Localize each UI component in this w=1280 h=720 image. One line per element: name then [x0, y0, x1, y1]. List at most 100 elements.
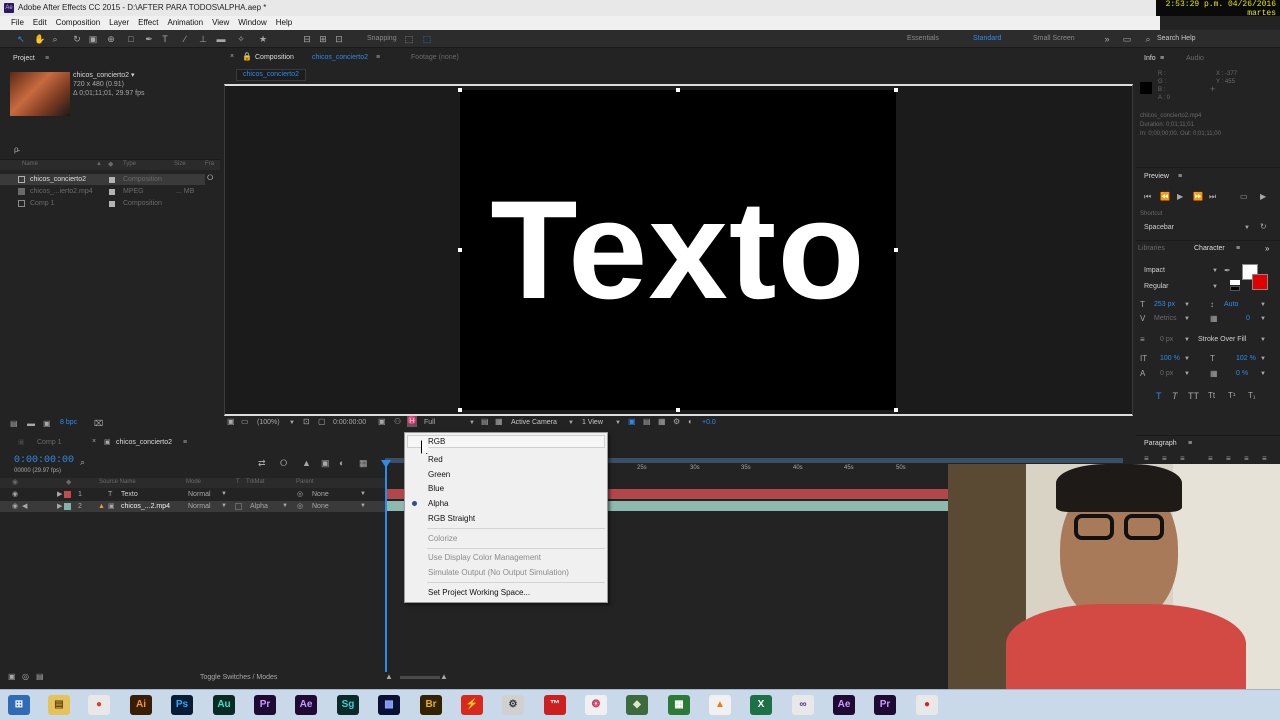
taskbar-app-vlc-icon[interactable]: ▲ [709, 695, 731, 715]
text-layer-preview[interactable]: Texto [456, 160, 901, 340]
interpret-footage-icon[interactable]: ▤ [10, 419, 18, 428]
zoom-out-icon[interactable]: ▲ [385, 672, 393, 681]
axis-world-icon[interactable]: ⊞ [318, 34, 328, 44]
justify-left-icon[interactable]: ≡ [1208, 454, 1213, 464]
leading-value[interactable]: Auto [1224, 300, 1238, 310]
panel-menu-icon[interactable]: ≡ [1178, 172, 1182, 182]
menu-item-set-working-space[interactable]: Set Project Working Space... [428, 587, 530, 599]
current-time-display[interactable]: 0:00:00:00 [333, 418, 366, 428]
subscript-icon[interactable]: T₁ [1248, 391, 1256, 401]
first-frame-icon[interactable]: ⏮ [1144, 192, 1151, 202]
taskbar-start-icon[interactable]: ⊞ [8, 695, 30, 715]
layer-label-color[interactable] [64, 491, 71, 498]
layer-label-color[interactable] [64, 503, 71, 510]
hand-tool-icon[interactable]: ✋ [34, 34, 45, 44]
layer-mode-dropdown[interactable]: Normal [188, 501, 211, 512]
layer-mode-dropdown[interactable]: Normal [188, 489, 211, 500]
column-name[interactable]: Name [22, 161, 38, 167]
preview-tab[interactable]: Preview [1144, 172, 1169, 182]
transfer-controls-icon[interactable]: ◎ [22, 672, 29, 681]
color-depth-button[interactable]: 8 bpc [60, 419, 77, 426]
workspace-standard[interactable]: Standard [973, 34, 1001, 44]
fast-previews-icon[interactable]: ▤ [643, 417, 651, 426]
always-preview-icon[interactable]: ▣ [227, 417, 235, 426]
exposure-value[interactable]: +0.0 [702, 418, 716, 428]
menu-animation[interactable]: Animation [167, 16, 203, 30]
trash-icon[interactable]: ⌧ [94, 419, 103, 428]
taskbar-speedgrade-icon[interactable]: Sg [337, 695, 359, 715]
menu-composition[interactable]: Composition [56, 16, 100, 30]
audio-icon[interactable]: ◀ [22, 501, 27, 512]
project-item[interactable]: chicos_...ierto2.mp4 MPEG ... MB [0, 186, 205, 197]
snapshot-icon[interactable]: ▣ [378, 417, 386, 426]
draft-3d-icon[interactable]: ⭘ [280, 458, 287, 469]
layer-switches-icon[interactable]: ▣ [8, 672, 16, 681]
timeline-tab-active[interactable]: chicos_concierto2 [116, 437, 172, 449]
justify-all-icon[interactable]: ≡ [1262, 454, 1267, 464]
menu-file[interactable]: File [11, 16, 24, 30]
panel-menu-icon[interactable]: ≡ [45, 53, 49, 65]
label-color-swatch[interactable] [109, 177, 115, 183]
view-layout-dropdown[interactable]: 1 View [582, 418, 603, 428]
snap-edge-icon[interactable]: ⬚ [422, 34, 432, 44]
faux-bold-icon[interactable]: T [1156, 391, 1162, 401]
timeline-tab-comp1[interactable]: Comp 1 [37, 437, 62, 449]
ram-preview-icon[interactable]: ▶ [1260, 192, 1266, 202]
camera-tool-icon[interactable]: ▣ [88, 34, 98, 44]
taskbar-app-map-icon[interactable]: ◆ [626, 695, 648, 715]
layer-parent-dropdown[interactable]: None [312, 501, 329, 512]
timeline-icon[interactable]: ▦ [658, 417, 666, 426]
faux-italic-icon[interactable]: T [1172, 391, 1178, 401]
pan-behind-tool-icon[interactable]: ⊕ [106, 34, 116, 44]
zoom-in-icon[interactable]: ▲ [440, 672, 448, 681]
channel-button-icon[interactable]: ♓ [407, 416, 417, 427]
lock-icon[interactable]: 🔒 [242, 52, 252, 61]
panel-menu-icon[interactable]: ≡ [1188, 439, 1192, 449]
toggle-switches-modes[interactable]: Toggle Switches / Modes [200, 674, 277, 682]
panel-menu-icon[interactable]: ≡ [376, 52, 380, 64]
tsume-value[interactable]: 0 % [1236, 369, 1248, 379]
flowchart-icon[interactable]: ⚙ [673, 417, 680, 426]
taskbar-explorer-icon[interactable]: ▤ [48, 695, 70, 715]
footage-tab[interactable]: Footage (none) [411, 52, 459, 64]
menu-effect[interactable]: Effect [138, 16, 158, 30]
resolution-dropdown[interactable]: Full [424, 418, 435, 428]
menu-item-red[interactable]: Red [428, 454, 443, 466]
taskbar-record-icon[interactable]: ● [916, 695, 938, 715]
selection-tool-icon[interactable]: ↖ [16, 34, 26, 44]
workspace-small-screen[interactable]: Small Screen [1033, 34, 1075, 44]
axis-local-icon[interactable]: ⊟ [302, 34, 312, 44]
show-snapshot-icon[interactable]: ⚇ [394, 417, 401, 426]
character-tab[interactable]: Character [1194, 244, 1225, 254]
align-right-icon[interactable]: ≡ [1180, 454, 1185, 464]
project-item[interactable]: Comp 1 Composition [0, 198, 205, 209]
kerning-value[interactable]: Metrics [1154, 314, 1177, 324]
bounding-handle[interactable] [894, 408, 898, 412]
menu-window[interactable]: Window [238, 16, 266, 30]
camera-view-dropdown[interactable]: Active Camera [511, 418, 557, 428]
comp-mini-flowchart-icon[interactable]: ⇄ [258, 458, 266, 469]
bounding-handle[interactable] [894, 248, 898, 252]
panel-menu-icon[interactable]: ≡ [1236, 244, 1240, 254]
pen-tool-icon[interactable]: ✒ [144, 34, 154, 44]
menu-edit[interactable]: Edit [33, 16, 47, 30]
new-folder-icon[interactable]: ▬ [27, 419, 35, 428]
layer-parent-dropdown[interactable]: None [312, 489, 329, 500]
menu-item-blue[interactable]: Blue [428, 483, 444, 495]
taskbar-mediaencoder-icon[interactable]: ▩ [378, 695, 400, 715]
composition-tab-name[interactable]: chicos_concierto2 [312, 52, 368, 64]
layer-row[interactable]: ◉ ◀ ▶ 2 ▲ ▣ chicos_...2.mp4 Normal ▼ Alp… [0, 501, 385, 512]
font-family-dropdown[interactable]: Impact [1144, 266, 1165, 276]
taskbar-chrome-icon[interactable]: ● [88, 695, 110, 715]
shape-tool-icon[interactable]: □ [126, 34, 136, 44]
sync-settings-icon[interactable]: ▭ [1122, 34, 1132, 44]
shortcut-dropdown[interactable]: Spacebar [1144, 223, 1174, 233]
graph-editor-icon[interactable]: ▦ [359, 458, 368, 469]
taskbar-app-flash-icon[interactable]: ⚡ [461, 695, 483, 715]
layer-name[interactable]: Texto [121, 489, 138, 500]
puppet-tool-icon[interactable]: ★ [258, 34, 268, 44]
selected-item-name[interactable]: chicos_concierto2 ▾ [73, 71, 135, 80]
loop-icon[interactable]: ▭ [1240, 192, 1248, 202]
justify-right-icon[interactable]: ≡ [1244, 454, 1249, 464]
align-center-icon[interactable]: ≡ [1162, 454, 1167, 464]
